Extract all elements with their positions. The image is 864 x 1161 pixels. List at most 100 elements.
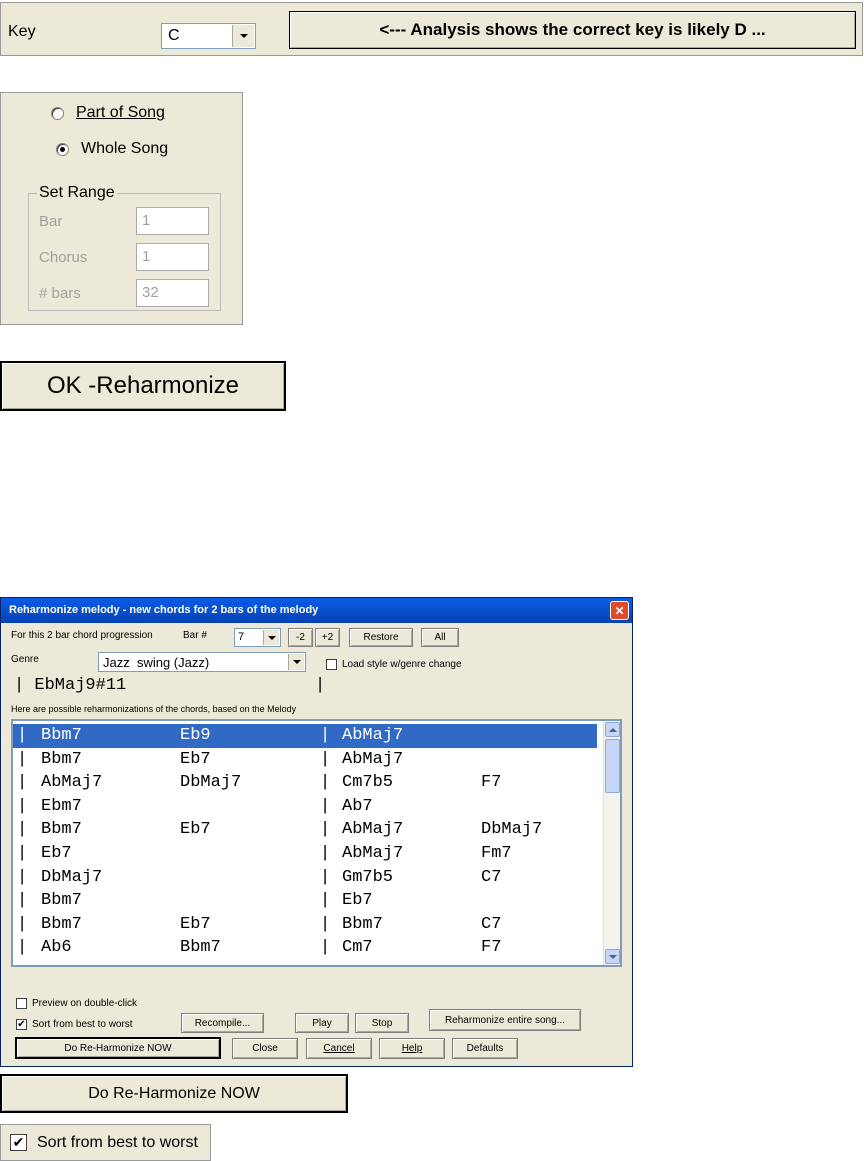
genre-combo[interactable]: Jazz swing (Jazz) (98, 652, 306, 672)
dialog-close-label: Close (252, 1043, 278, 1054)
bar-field[interactable]: 1 (136, 207, 209, 235)
ok-reharmonize-label: OK -Reharmonize (46, 372, 240, 399)
bar-field-value: 1 (142, 212, 151, 229)
stop-button[interactable]: Stop (355, 1013, 409, 1033)
defaults-label: Defaults (466, 1043, 504, 1054)
chord-c1: AbMaj7 (41, 773, 103, 793)
cancel-button[interactable]: Cancel (306, 1038, 372, 1059)
reharm-entire-label: Reharmonize entire song... (444, 1014, 566, 1026)
minus2-button[interactable]: -2 (288, 628, 313, 647)
bar-separator: | (17, 726, 28, 745)
key-combo[interactable]: C (161, 23, 256, 49)
list-item[interactable]: | Ab6 Bbm7 | Cm7 F7 (13, 936, 597, 960)
reharm-entire-button[interactable]: Reharmonize entire song... (429, 1009, 581, 1031)
chord-c2: Eb7 (180, 914, 211, 934)
chevron-down-icon[interactable] (263, 630, 279, 645)
list-item[interactable]: | Bbm7 Eb7 | Bbm7 C7 (13, 913, 597, 937)
bar-separator: | (17, 938, 28, 958)
all-button[interactable]: All (421, 628, 459, 647)
whole-song-radio[interactable] (56, 143, 69, 156)
play-button[interactable]: Play (295, 1013, 349, 1033)
chorus-field-value: 1 (142, 248, 151, 265)
list-item[interactable]: | Eb7 | AbMaj7 Fm7 (13, 842, 597, 866)
list-scrollbar[interactable] (603, 721, 620, 965)
scroll-up-icon[interactable] (605, 722, 620, 737)
list-item[interactable]: | DbMaj7 | Gm7b5 C7 (13, 866, 597, 890)
chord-c1: Bbm7 (41, 891, 82, 911)
all-label: All (434, 632, 446, 643)
play-label: Play (312, 1017, 332, 1029)
defaults-button[interactable]: Defaults (452, 1038, 518, 1059)
scroll-down-icon[interactable] (605, 949, 620, 964)
bar-separator: | (17, 844, 28, 863)
bar-separator: | (320, 726, 331, 745)
chevron-down-icon[interactable] (232, 25, 254, 47)
genre-label: Genre (11, 654, 39, 665)
list-item[interactable]: | Ebm7 | Ab7 (13, 795, 597, 819)
possible-label: Here are possible reharmonizations of th… (11, 704, 297, 714)
key-label: Key (8, 23, 36, 40)
chord-c4: Fm7 (481, 844, 512, 863)
zoom-do-reharm-button[interactable]: Do Re-Harmonize NOW (0, 1074, 348, 1113)
chorus-field[interactable]: 1 (136, 243, 209, 271)
whole-song-label[interactable]: Whole Song (81, 140, 168, 158)
zoom-sort-checkbox[interactable]: ✔ (10, 1134, 27, 1151)
chord-c3: AbMaj7 (342, 820, 404, 840)
chorus-label: Chorus (39, 249, 88, 266)
original-bar-end: | (315, 676, 326, 695)
list-item[interactable]: | Bbm7 Eb9 | AbMaj7 (13, 724, 597, 748)
chord-c2: DbMaj7 (180, 773, 242, 793)
minus2-label: -2 (296, 632, 305, 643)
check-icon: ✔ (17, 1019, 26, 1030)
recompile-label: Recompile... (194, 1017, 251, 1029)
ok-reharmonize-button[interactable]: OK -Reharmonize (0, 361, 286, 411)
help-button[interactable]: Help (379, 1038, 445, 1059)
zoom-sort-label[interactable]: Sort from best to worst (37, 1134, 198, 1152)
bar-separator: | (17, 914, 28, 934)
load-style-checkbox[interactable] (326, 659, 337, 670)
list-item[interactable]: | Bbm7 Eb7 | AbMaj7 DbMaj7 (13, 818, 597, 842)
preview-label[interactable]: Preview on double-click (32, 998, 137, 1009)
chevron-down-icon[interactable] (288, 654, 304, 670)
bar-number-combo[interactable]: 7 (234, 628, 281, 647)
close-icon[interactable]: ✕ (610, 601, 629, 620)
chord-c4: DbMaj7 (481, 820, 543, 840)
reharm-list-rows: | Bbm7 Eb9 | AbMaj7 | Bbm7 Eb7 | AbMaj7 | AbMaj7 DbM… (13, 724, 597, 964)
chord-c2: Bbm7 (180, 938, 221, 958)
recompile-button[interactable]: Recompile... (181, 1013, 264, 1033)
bar-separator: | (320, 891, 331, 911)
plus2-button[interactable]: +2 (315, 628, 340, 647)
part-of-song-radio[interactable] (51, 107, 64, 120)
help-label: Help (401, 1043, 423, 1054)
scroll-thumb[interactable] (605, 739, 620, 793)
chord-c3: Ab7 (342, 796, 373, 816)
key-panel: Key C <--- Analysis shows the correct ke… (0, 2, 863, 56)
sort-checkbox[interactable]: ✔ (16, 1019, 27, 1030)
bar-number-label: Bar # (183, 630, 207, 641)
set-range-label: Set Range (37, 184, 117, 202)
chord-c3: AbMaj7 (342, 749, 404, 769)
sort-label[interactable]: Sort from best to worst (32, 1019, 133, 1030)
list-item[interactable]: | AbMaj7 DbMaj7 | Cm7b5 F7 (13, 771, 597, 795)
do-reharm-button[interactable]: Do Re-Harmonize NOW (15, 1037, 221, 1059)
reharm-list[interactable]: | Bbm7 Eb9 | AbMaj7 | Bbm7 Eb7 | AbMaj7 | AbMaj7 DbM… (11, 719, 622, 967)
bars-field[interactable]: 32 (136, 279, 209, 307)
restore-button[interactable]: Restore (349, 628, 413, 647)
original-chords: | EbMaj9#11 (14, 676, 127, 695)
list-item[interactable]: | Bbm7 | Eb7 (13, 889, 597, 913)
bar-number-value: 7 (238, 631, 245, 643)
part-of-song-label[interactable]: Part of Song (76, 104, 165, 122)
bars-field-value: 32 (142, 284, 159, 301)
dialog-close-button[interactable]: Close (232, 1038, 298, 1059)
chord-c3: AbMaj7 (342, 844, 404, 863)
preview-checkbox[interactable] (16, 998, 27, 1009)
bar-label: Bar (39, 213, 63, 230)
check-icon: ✔ (12, 1134, 25, 1150)
dialog-title-bar[interactable]: Reharmonize melody - new chords for 2 ba… (1, 598, 632, 623)
key-analysis-button[interactable]: <--- Analysis shows the correct key is l… (289, 11, 856, 49)
bar-separator: | (320, 820, 331, 840)
chord-c3: Cm7 (342, 938, 373, 958)
chord-c2: Eb9 (180, 726, 211, 745)
load-style-label[interactable]: Load style w/genre change (342, 659, 462, 670)
list-item[interactable]: | Bbm7 Eb7 | AbMaj7 (13, 748, 597, 772)
